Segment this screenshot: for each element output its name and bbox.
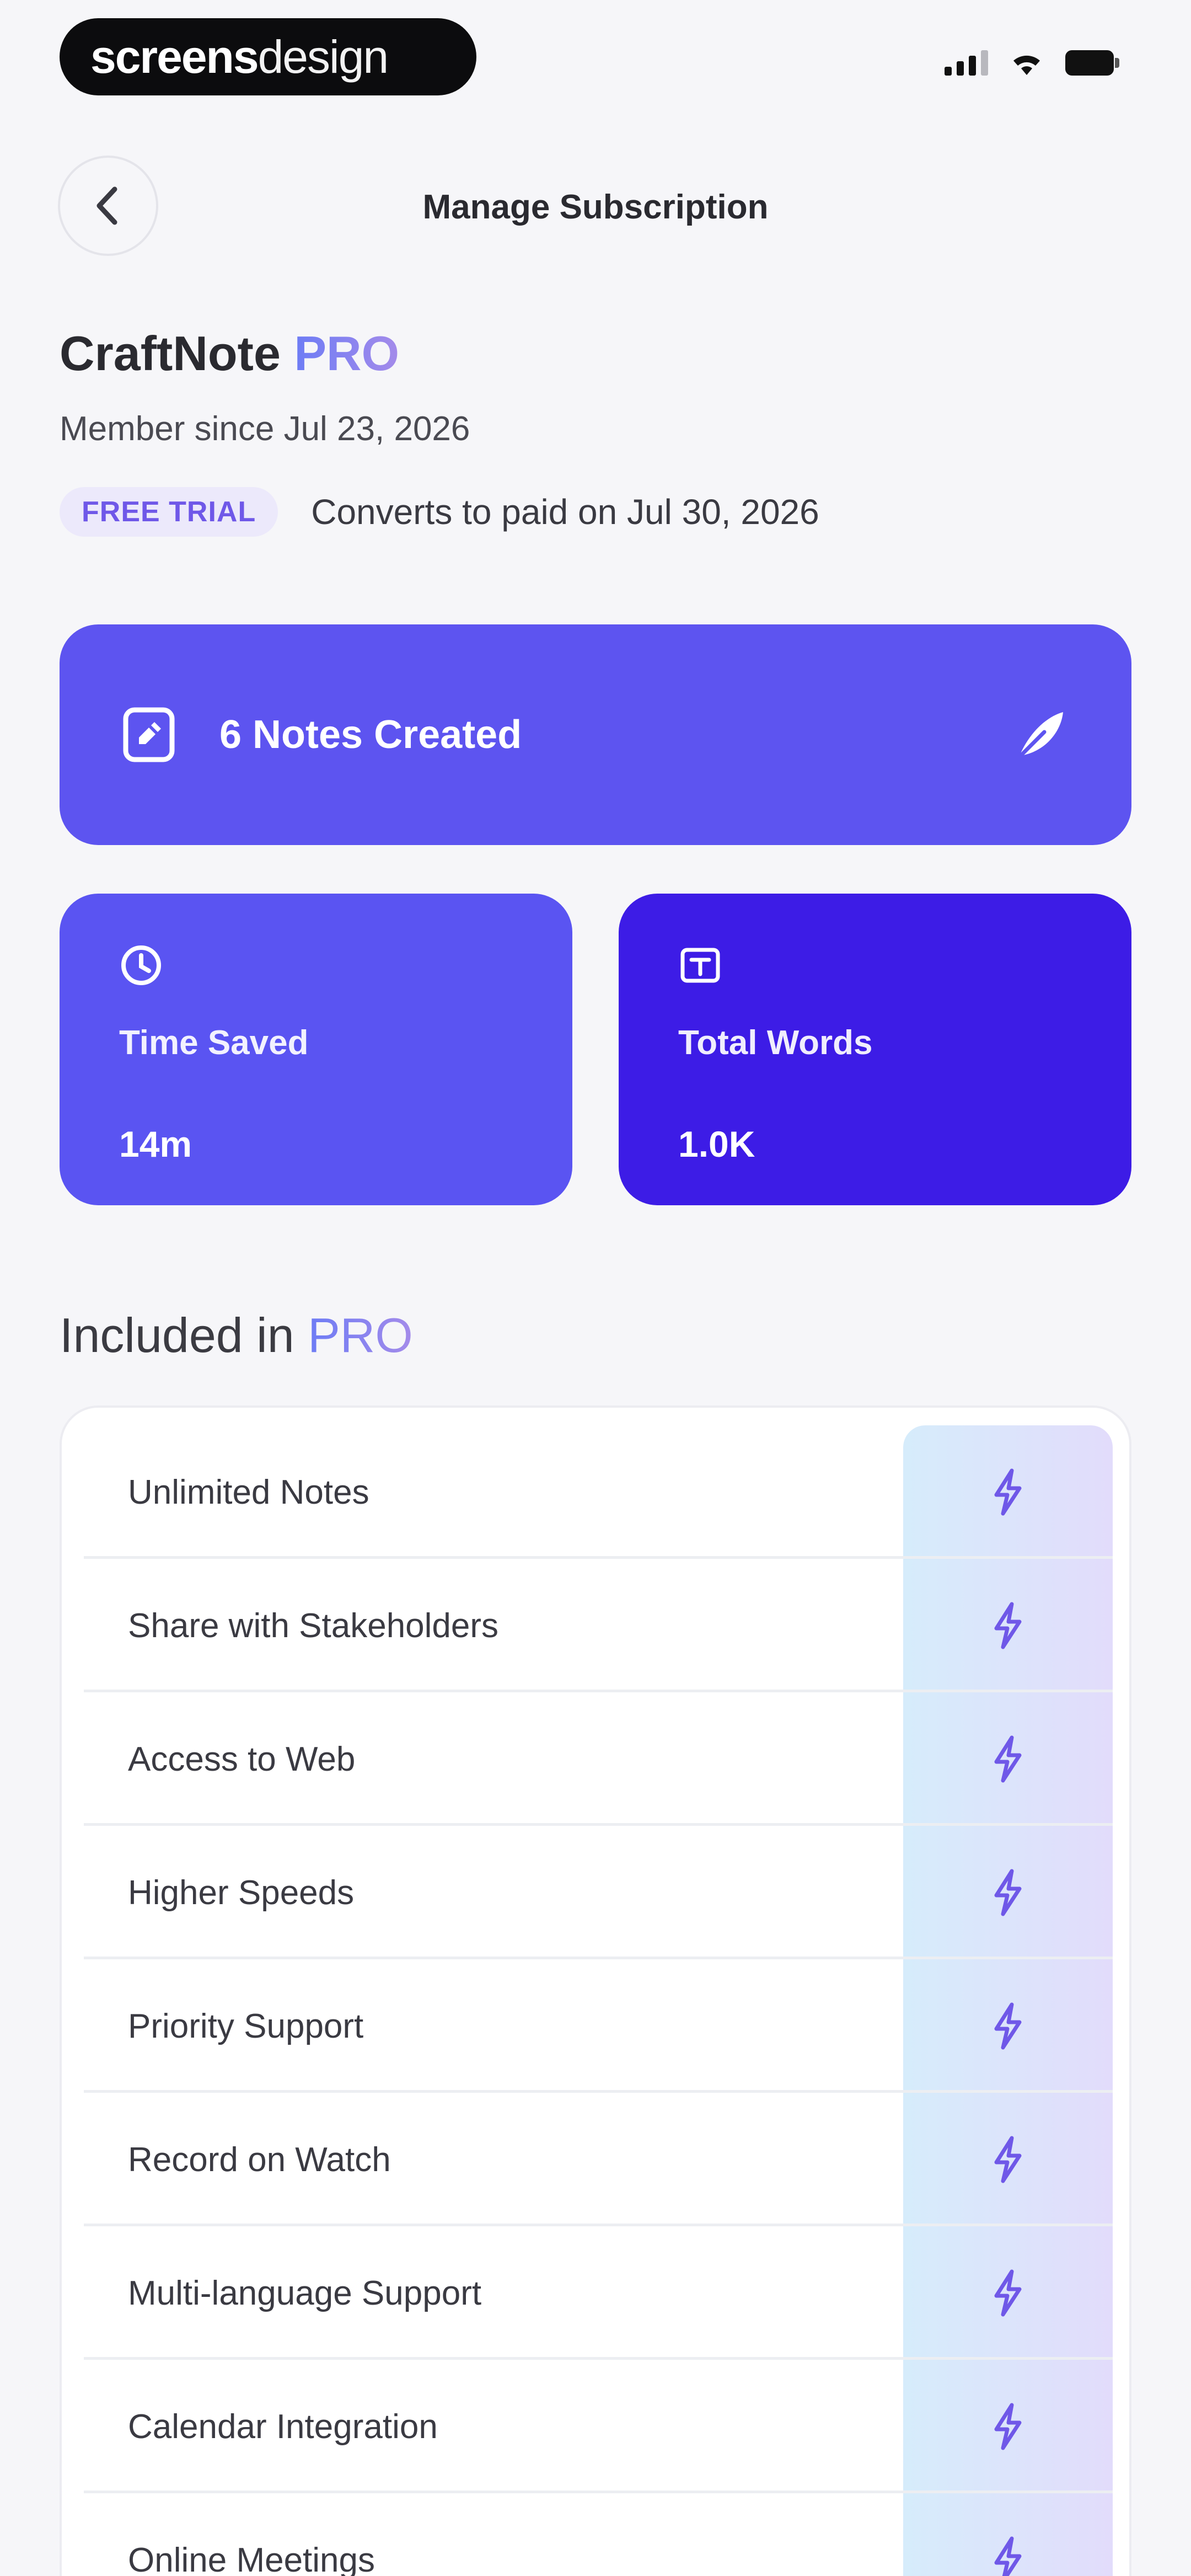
subscription-header: CraftNote PRO Member since Jul 23, 2026 …	[60, 325, 1135, 537]
feature-name: Multi-language Support	[128, 2274, 482, 2312]
bolt-icon	[903, 1868, 1113, 1917]
bolt-icon	[903, 2268, 1113, 2318]
brand-logo-part2: design	[257, 30, 389, 83]
brand-logo-part1: screens	[90, 30, 259, 83]
text-box-icon	[680, 948, 720, 983]
feature-row: Calendar Integration	[84, 2360, 1113, 2493]
time-saved-value: 14m	[119, 1124, 192, 1164]
bolt-icon	[903, 1734, 1113, 1784]
feature-row: Multi-language Support	[84, 2226, 1113, 2360]
section-title-pro: PRO	[308, 1308, 413, 1362]
time-saved-card: Time Saved 14m	[60, 894, 572, 1205]
feature-name: Share with Stakeholders	[128, 1606, 499, 1645]
total-words-card: Total Words 1.0K	[619, 894, 1131, 1205]
bolt-icon	[903, 2535, 1113, 2576]
feature-row: Unlimited Notes	[84, 1425, 1113, 1559]
trial-row: FREE TRIAL Converts to paid on Jul 30, 2…	[60, 487, 1135, 537]
trial-conversion-text: Converts to paid on Jul 30, 2026	[311, 492, 819, 532]
battery-icon	[1065, 50, 1119, 76]
trial-badge: FREE TRIAL	[60, 487, 278, 537]
notes-created-label: 6 Notes Created	[219, 713, 522, 757]
features-list: Unlimited Notes Share with Stakeholders …	[60, 1405, 1131, 2576]
plan-name: PRO	[294, 326, 400, 381]
total-words-label: Total Words	[678, 1024, 873, 1062]
feature-name: Online Meetings	[128, 2541, 375, 2576]
bolt-icon	[903, 2135, 1113, 2184]
section-title-prefix: Included in	[60, 1308, 294, 1362]
feature-row: Higher Speeds	[84, 1826, 1113, 1959]
wifi-icon	[1013, 55, 1040, 75]
bolt-icon	[903, 2001, 1113, 2051]
status-bar: screens design	[0, 0, 1191, 110]
note-icon	[123, 707, 175, 762]
feature-row: Priority Support	[84, 1959, 1113, 2093]
feature-row: Access to Web	[84, 1692, 1113, 1826]
section-title: Included in PRO	[60, 1307, 413, 1364]
status-icons	[945, 50, 1119, 76]
time-saved-label: Time Saved	[119, 1024, 309, 1062]
member-since: Member since Jul 23, 2026	[60, 410, 470, 448]
feature-row: Record on Watch	[84, 2093, 1113, 2226]
feature-name: Calendar Integration	[128, 2407, 438, 2446]
bolt-icon	[903, 1601, 1113, 1650]
feature-name: Priority Support	[128, 2007, 364, 2045]
nav-bar: Manage Subscription	[0, 143, 1191, 270]
feather-icon	[1017, 712, 1063, 760]
feature-row: Share with Stakeholders	[84, 1559, 1113, 1692]
feature-name: Access to Web	[128, 1740, 356, 1778]
clock-icon	[121, 945, 161, 985]
feature-name: Unlimited Notes	[128, 1473, 369, 1511]
feature-name: Higher Speeds	[128, 1873, 355, 1912]
cellular-signal-icon	[945, 50, 988, 76]
feature-name: Record on Watch	[128, 2140, 391, 2179]
bolt-icon	[903, 1467, 1113, 1517]
brand-logo: screens design	[60, 18, 476, 95]
page-title: Manage Subscription	[422, 188, 769, 226]
feature-row: Online Meetings	[84, 2493, 1113, 2576]
app-name: CraftNote	[60, 326, 281, 381]
app-title: CraftNote PRO	[60, 325, 1135, 382]
bolt-icon	[903, 2402, 1113, 2451]
total-words-value: 1.0K	[678, 1124, 755, 1164]
notes-created-card: 6 Notes Created	[60, 624, 1131, 845]
